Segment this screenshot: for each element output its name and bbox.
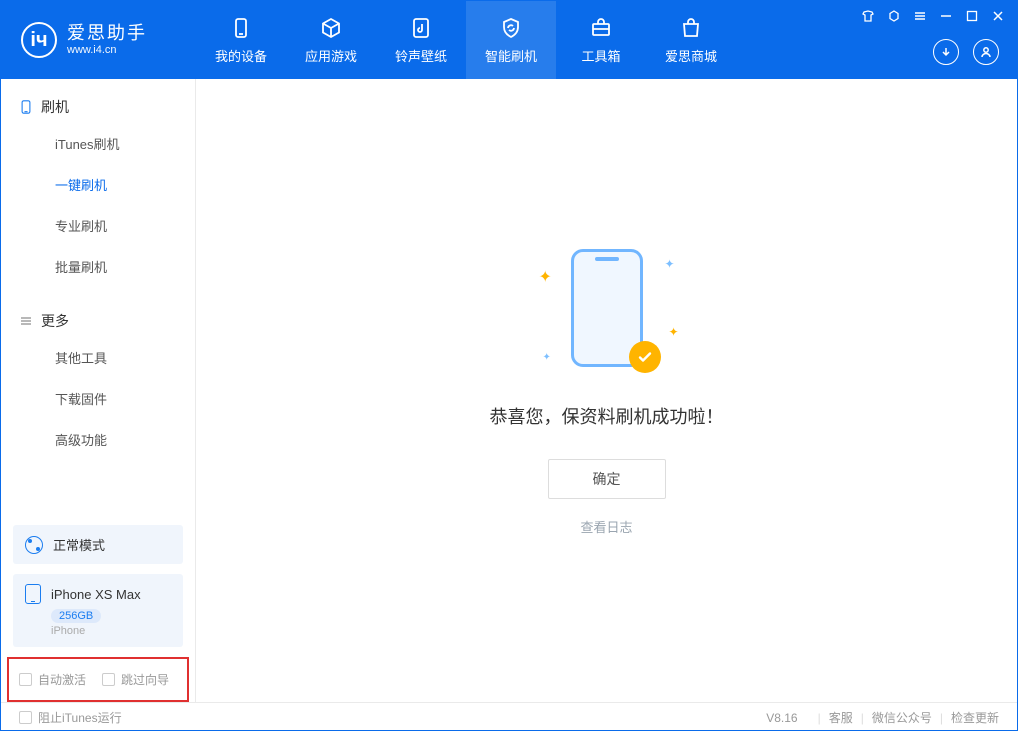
logo-icon: iч bbox=[21, 22, 57, 58]
status-bar: 阻止iTunes运行 V8.16 | 客服 | 微信公众号 | 检查更新 bbox=[1, 702, 1017, 732]
view-log-link[interactable]: 查看日志 bbox=[580, 517, 632, 536]
sidebar: 刷机 iTunes刷机 一键刷机 专业刷机 批量刷机 更多 其他工具 下载固件 … bbox=[1, 79, 196, 702]
highlighted-options: 自动激活 跳过向导 bbox=[7, 657, 189, 702]
footer-link-update[interactable]: 检查更新 bbox=[951, 709, 999, 726]
sparkle-icon: ✦ bbox=[664, 257, 674, 271]
toolbox-icon bbox=[589, 16, 613, 40]
sparkle-icon: ✦ bbox=[668, 325, 678, 339]
success-illustration: ✦ ✦ ✦ ✦ bbox=[557, 245, 657, 375]
footer-link-support[interactable]: 客服 bbox=[829, 709, 853, 726]
logo[interactable]: iч 爱思助手 www.i4.cn bbox=[1, 22, 196, 58]
bag-icon bbox=[679, 16, 703, 40]
minimize-button[interactable] bbox=[939, 9, 953, 23]
shirt-icon[interactable] bbox=[861, 9, 875, 23]
close-button[interactable] bbox=[991, 9, 1005, 23]
mode-icon bbox=[25, 536, 43, 554]
version-label: V8.16 bbox=[766, 711, 797, 725]
mode-indicator[interactable]: 正常模式 bbox=[13, 525, 183, 564]
checkbox-auto-activate[interactable]: 自动激活 bbox=[19, 671, 86, 688]
sidebar-section-more: 更多 bbox=[1, 311, 195, 337]
sidebar-item-other-tools[interactable]: 其他工具 bbox=[1, 337, 195, 378]
mode-label: 正常模式 bbox=[53, 535, 105, 554]
sidebar-section-flash: 刷机 bbox=[1, 97, 195, 123]
checkbox-icon bbox=[19, 673, 32, 686]
nav-tabs: 我的设备 应用游戏 铃声壁纸 智能刷机 工具箱 爱思商城 bbox=[196, 1, 736, 79]
checkbox-icon bbox=[19, 711, 32, 724]
sidebar-item-batch-flash[interactable]: 批量刷机 bbox=[1, 246, 195, 287]
cube-small-icon[interactable] bbox=[887, 9, 901, 23]
user-button[interactable] bbox=[973, 39, 999, 65]
phone-small-icon bbox=[19, 100, 33, 114]
download-button[interactable] bbox=[933, 39, 959, 65]
sparkle-icon: ✦ bbox=[543, 352, 551, 363]
window-controls bbox=[861, 9, 1005, 23]
app-url: www.i4.cn bbox=[67, 44, 147, 57]
menu-icon[interactable] bbox=[913, 9, 927, 23]
sidebar-item-pro-flash[interactable]: 专业刷机 bbox=[1, 205, 195, 246]
tab-my-device[interactable]: 我的设备 bbox=[196, 1, 286, 79]
list-icon bbox=[19, 314, 33, 328]
header-user-controls bbox=[933, 39, 999, 65]
sidebar-item-oneclick-flash[interactable]: 一键刷机 bbox=[1, 164, 195, 205]
sparkle-icon: ✦ bbox=[539, 267, 552, 287]
footer-link-wechat[interactable]: 微信公众号 bbox=[872, 709, 932, 726]
sidebar-item-download-firmware[interactable]: 下载固件 bbox=[1, 378, 195, 419]
tab-smart-flash[interactable]: 智能刷机 bbox=[466, 1, 556, 79]
check-badge-icon bbox=[629, 341, 661, 373]
app-header: iч 爱思助手 www.i4.cn 我的设备 应用游戏 铃声壁纸 智能刷机 工具… bbox=[1, 1, 1017, 79]
device-type: iPhone bbox=[51, 625, 171, 637]
tab-ringtone-wallpaper[interactable]: 铃声壁纸 bbox=[376, 1, 466, 79]
success-message: 恭喜您，保资料刷机成功啦！ bbox=[490, 403, 724, 429]
device-storage-badge: 256GB bbox=[51, 609, 101, 623]
device-phone-icon bbox=[25, 584, 41, 604]
sidebar-item-advanced[interactable]: 高级功能 bbox=[1, 419, 195, 460]
checkbox-skip-guide[interactable]: 跳过向导 bbox=[102, 671, 169, 688]
checkbox-block-itunes[interactable]: 阻止iTunes运行 bbox=[19, 709, 122, 726]
main-content: ✦ ✦ ✦ ✦ 恭喜您，保资料刷机成功啦！ 确定 查看日志 bbox=[196, 79, 1017, 702]
cube-icon bbox=[319, 16, 343, 40]
confirm-button[interactable]: 确定 bbox=[548, 459, 666, 499]
checkbox-icon bbox=[102, 673, 115, 686]
shield-refresh-icon bbox=[499, 16, 523, 40]
device-name: iPhone XS Max bbox=[51, 587, 141, 602]
phone-icon bbox=[229, 16, 253, 40]
tab-store[interactable]: 爱思商城 bbox=[646, 1, 736, 79]
sidebar-item-itunes-flash[interactable]: iTunes刷机 bbox=[1, 123, 195, 164]
tab-apps-games[interactable]: 应用游戏 bbox=[286, 1, 376, 79]
device-card[interactable]: iPhone XS Max 256GB iPhone bbox=[13, 574, 183, 647]
tab-toolbox[interactable]: 工具箱 bbox=[556, 1, 646, 79]
maximize-button[interactable] bbox=[965, 9, 979, 23]
music-file-icon bbox=[409, 16, 433, 40]
app-title: 爱思助手 bbox=[67, 23, 147, 45]
